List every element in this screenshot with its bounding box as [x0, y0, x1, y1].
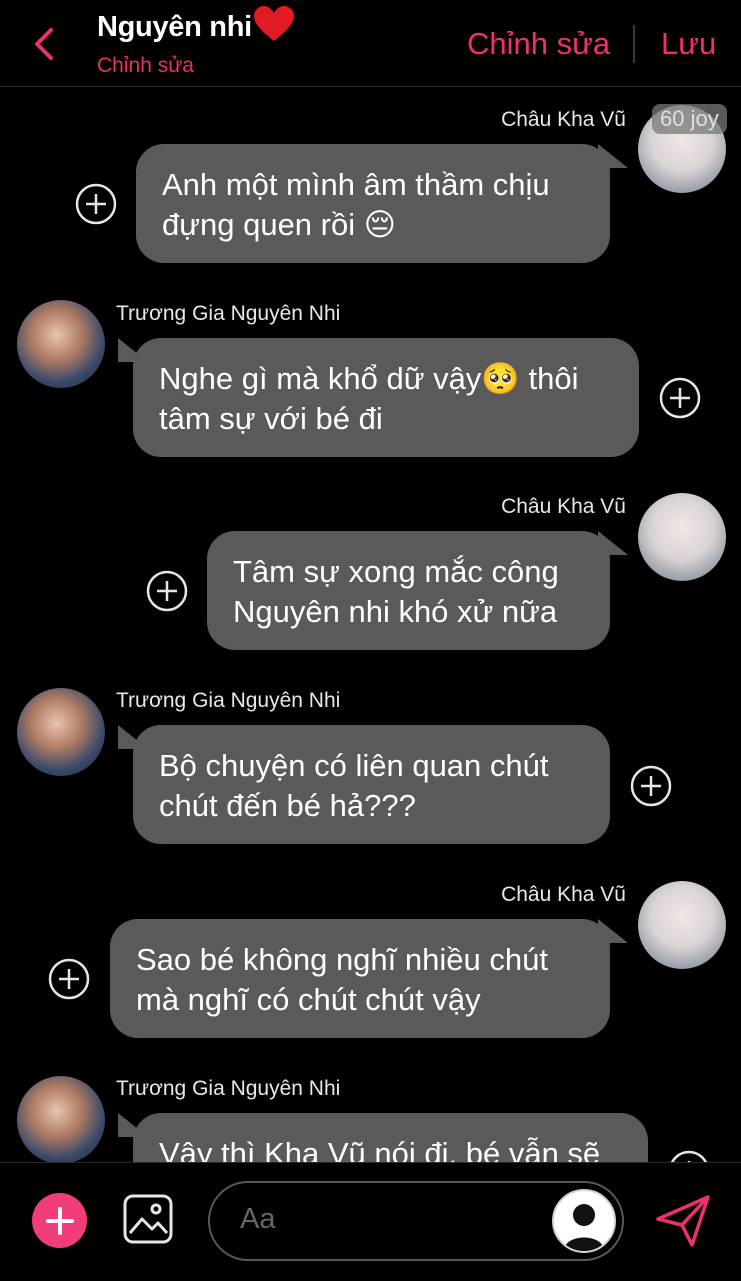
image-icon[interactable]: [122, 1193, 174, 1245]
message-bubble[interactable]: Bộ chuyện có liên quan chút chút đến bé …: [133, 725, 610, 844]
plus-circle-icon[interactable]: [630, 765, 672, 807]
message-bubble[interactable]: Anh một mình âm thầm chịu đựng quen rồi …: [136, 144, 610, 263]
sender-name: Trương Gia Nguyên Nhi: [116, 302, 341, 325]
chat-header: Nguyên nhi Chỉnh sửa Chỉnh sửa Lưu: [0, 0, 741, 87]
avatar[interactable]: [638, 881, 726, 969]
chat-subtitle[interactable]: Chỉnh sửa: [97, 54, 194, 78]
heart-icon: [253, 6, 294, 41]
chat-title: Nguyên nhi: [97, 6, 294, 44]
message-input[interactable]: Aa: [208, 1181, 624, 1261]
chat-title-text: Nguyên nhi: [97, 11, 252, 43]
avatar[interactable]: [17, 1076, 105, 1164]
message-line: mà nghĩ có chút chút vậy: [136, 982, 481, 1017]
plus-circle-icon[interactable]: [75, 183, 117, 225]
profile-icon[interactable]: [552, 1189, 616, 1253]
edit-button[interactable]: Chỉnh sửa: [467, 26, 610, 62]
send-icon[interactable]: [652, 1189, 714, 1251]
sender-name: Trương Gia Nguyên Nhi: [116, 1077, 341, 1100]
message-line: Nguyên nhi khó xử nữa: [233, 594, 558, 629]
composer-bar: Aa: [0, 1162, 741, 1281]
message-bubble[interactable]: Nghe gì mà khổ dữ vậy🥺 thôi tâm sự với b…: [133, 338, 639, 457]
sender-name: Châu Kha Vũ: [501, 108, 626, 131]
message-line: Tâm sự xong mắc công: [233, 554, 559, 589]
message-line: chút đến bé hả???: [159, 788, 416, 823]
back-button[interactable]: [26, 24, 62, 64]
sender-name: Trương Gia Nguyên Nhi: [116, 689, 341, 712]
sender-name: Châu Kha Vũ: [501, 883, 626, 906]
message-line: Sao bé không nghĩ nhiều chút: [136, 942, 548, 977]
avatar[interactable]: [17, 688, 105, 776]
message-line: đựng quen rồi 😔: [162, 207, 397, 242]
message-line: Bộ chuyện có liên quan chút: [159, 748, 549, 783]
save-button[interactable]: Lưu: [661, 26, 716, 62]
sender-name: Châu Kha Vũ: [501, 495, 626, 518]
input-placeholder: Aa: [240, 1203, 276, 1235]
header-divider: [633, 25, 635, 63]
avatar[interactable]: [638, 493, 726, 581]
plus-icon: [45, 1206, 74, 1235]
chevron-left-icon: [35, 28, 53, 60]
avatar[interactable]: [17, 300, 105, 388]
message-bubble[interactable]: Sao bé không nghĩ nhiều chút mà nghĩ có …: [110, 919, 610, 1038]
message-bubble[interactable]: Tâm sự xong mắc công Nguyên nhi khó xử n…: [207, 531, 610, 650]
points-badge: 60 joy: [652, 104, 727, 134]
plus-circle-icon[interactable]: [48, 958, 90, 1000]
plus-circle-icon[interactable]: [146, 570, 188, 612]
message-line: Anh một mình âm thầm chịu: [162, 167, 550, 202]
message-line: tâm sự với bé đi: [159, 401, 383, 436]
add-button[interactable]: [32, 1193, 87, 1248]
message-line: Nghe gì mà khổ dữ vậy🥺 thôi: [159, 361, 579, 396]
plus-circle-icon[interactable]: [659, 377, 701, 419]
